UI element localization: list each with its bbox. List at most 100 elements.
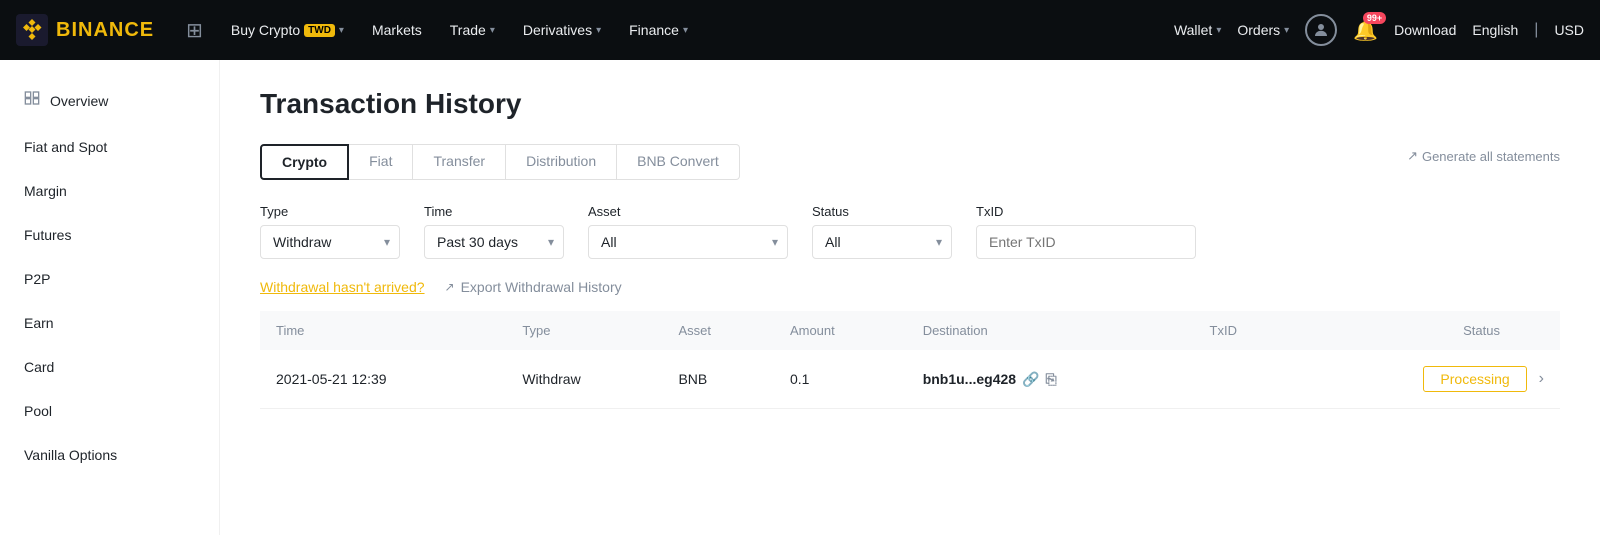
- col-asset: Asset: [662, 311, 773, 350]
- tabs: Crypto Fiat Transfer Distribution BNB Co…: [260, 144, 1560, 180]
- col-time: Time: [260, 311, 506, 350]
- tab-distribution[interactable]: Distribution: [506, 144, 617, 180]
- destination-address: bnb1u...eg428 🔗 ⎘: [923, 371, 1178, 388]
- status-label: Status: [812, 204, 952, 219]
- nav-buy-crypto[interactable]: Buy Crypto TWD ▾: [219, 14, 356, 46]
- external-link-icon: ↗: [1407, 148, 1418, 164]
- grid-menu-button[interactable]: ⊞: [178, 14, 211, 47]
- chevron-icon: ▾: [683, 25, 688, 36]
- copy-icon[interactable]: ⎘: [1045, 371, 1056, 388]
- sidebar-item-pool[interactable]: Pool: [0, 389, 219, 433]
- asset-select[interactable]: All BTC ETH BNB: [588, 225, 788, 259]
- row-expand-icon[interactable]: ›: [1539, 370, 1544, 388]
- top-navigation: BINANCE ⊞ Buy Crypto TWD ▾ Markets Trade…: [0, 0, 1600, 60]
- table: Time Type Asset Amount Destination TxID …: [260, 311, 1560, 409]
- main-content: Transaction History ↗ Generate all state…: [220, 60, 1600, 535]
- asset-filter: Asset All BTC ETH BNB: [588, 204, 788, 259]
- sidebar-item-card[interactable]: Card: [0, 345, 219, 389]
- status-badge: Processing: [1423, 366, 1526, 392]
- sidebar-label-vanilla-options: Vanilla Options: [24, 447, 117, 463]
- tab-crypto[interactable]: Crypto: [260, 144, 349, 180]
- time-select-wrapper: Past 30 days Past 90 days Past 6 months …: [424, 225, 564, 259]
- sidebar-label-earn: Earn: [24, 315, 54, 331]
- nav-derivatives[interactable]: Derivatives ▾: [511, 14, 613, 46]
- link-icon[interactable]: 🔗: [1022, 371, 1039, 388]
- status-select-wrapper: All Completed Processing Failed: [812, 225, 952, 259]
- col-txid: TxID: [1194, 311, 1297, 350]
- user-avatar[interactable]: [1305, 14, 1337, 46]
- actions-row: Withdrawal hasn't arrived? ↗ Export With…: [260, 279, 1560, 295]
- page-title: Transaction History: [260, 88, 1560, 120]
- export-withdrawal-link[interactable]: ↗ Export Withdrawal History: [445, 279, 622, 295]
- tab-transfer[interactable]: Transfer: [413, 144, 506, 180]
- sidebar: Overview Fiat and Spot Margin Futures P2…: [0, 60, 220, 535]
- cell-type: Withdraw: [506, 350, 662, 409]
- cell-status: Processing ›: [1296, 350, 1560, 409]
- sidebar-label-futures: Futures: [24, 227, 71, 243]
- nav-markets[interactable]: Markets: [360, 14, 434, 46]
- tab-bnb-convert[interactable]: BNB Convert: [617, 144, 740, 180]
- chevron-icon: ▾: [1216, 25, 1221, 36]
- chevron-icon: ▾: [339, 25, 344, 36]
- chevron-icon: ▾: [596, 25, 601, 36]
- type-filter: Type Withdraw Deposit All: [260, 204, 400, 259]
- currency-selector[interactable]: USD: [1554, 22, 1584, 38]
- nav-links: Buy Crypto TWD ▾ Markets Trade ▾ Derivat…: [219, 14, 1166, 46]
- overview-icon: [24, 90, 40, 111]
- cell-time: 2021-05-21 12:39: [260, 350, 506, 409]
- table-header: Time Type Asset Amount Destination TxID …: [260, 311, 1560, 350]
- generate-statements-link[interactable]: ↗ Generate all statements: [1407, 148, 1560, 164]
- table-body: 2021-05-21 12:39 Withdraw BNB 0.1 bnb1u.…: [260, 350, 1560, 409]
- col-amount: Amount: [774, 311, 907, 350]
- orders-link[interactable]: Orders ▾: [1237, 22, 1289, 38]
- cell-amount: 0.1: [774, 350, 907, 409]
- wallet-link[interactable]: Wallet ▾: [1174, 22, 1221, 38]
- sidebar-label-fiat-spot: Fiat and Spot: [24, 139, 107, 155]
- notifications-bell[interactable]: 🔔 99+: [1353, 18, 1378, 43]
- sidebar-item-futures[interactable]: Futures: [0, 213, 219, 257]
- cell-destination: bnb1u...eg428 🔗 ⎘: [907, 350, 1194, 409]
- time-filter: Time Past 30 days Past 90 days Past 6 mo…: [424, 204, 564, 259]
- sidebar-item-overview[interactable]: Overview: [0, 76, 219, 125]
- language-selector[interactable]: English: [1472, 22, 1518, 38]
- sidebar-label-pool: Pool: [24, 403, 52, 419]
- type-select-wrapper: Withdraw Deposit All: [260, 225, 400, 259]
- page-layout: Overview Fiat and Spot Margin Futures P2…: [0, 60, 1600, 535]
- tab-fiat[interactable]: Fiat: [349, 144, 413, 180]
- nav-finance[interactable]: Finance ▾: [617, 14, 700, 46]
- type-label: Type: [260, 204, 400, 219]
- sidebar-label-margin: Margin: [24, 183, 67, 199]
- sidebar-item-p2p[interactable]: P2P: [0, 257, 219, 301]
- col-status: Status: [1296, 311, 1560, 350]
- sidebar-label-card: Card: [24, 359, 54, 375]
- withdrawal-not-arrived-link[interactable]: Withdrawal hasn't arrived?: [260, 279, 425, 295]
- col-type: Type: [506, 311, 662, 350]
- status-select[interactable]: All Completed Processing Failed: [812, 225, 952, 259]
- filters-row: Type Withdraw Deposit All Time Past 30 d…: [260, 204, 1560, 259]
- chevron-icon: ▾: [1284, 25, 1289, 36]
- export-icon: ↗: [445, 280, 455, 294]
- sidebar-item-margin[interactable]: Margin: [0, 169, 219, 213]
- sidebar-label-overview: Overview: [50, 93, 108, 109]
- logo[interactable]: BINANCE: [16, 14, 154, 46]
- txid-filter: TxID: [976, 204, 1196, 259]
- col-destination: Destination: [907, 311, 1194, 350]
- asset-label: Asset: [588, 204, 788, 219]
- sidebar-item-earn[interactable]: Earn: [0, 301, 219, 345]
- asset-select-wrapper: All BTC ETH BNB: [588, 225, 788, 259]
- time-select[interactable]: Past 30 days Past 90 days Past 6 months …: [424, 225, 564, 259]
- type-select[interactable]: Withdraw Deposit All: [260, 225, 400, 259]
- status-filter: Status All Completed Processing Failed: [812, 204, 952, 259]
- chevron-icon: ▾: [490, 25, 495, 36]
- table-row: 2021-05-21 12:39 Withdraw BNB 0.1 bnb1u.…: [260, 350, 1560, 409]
- transaction-table: Time Type Asset Amount Destination TxID …: [260, 311, 1560, 409]
- nav-divider: |: [1534, 21, 1538, 39]
- nav-trade[interactable]: Trade ▾: [438, 14, 507, 46]
- txid-input[interactable]: [976, 225, 1196, 259]
- sidebar-item-vanilla-options[interactable]: Vanilla Options: [0, 433, 219, 477]
- logo-text: BINANCE: [56, 19, 154, 42]
- sidebar-item-fiat-spot[interactable]: Fiat and Spot: [0, 125, 219, 169]
- cell-txid: [1194, 350, 1297, 409]
- download-link[interactable]: Download: [1394, 22, 1456, 38]
- sidebar-label-p2p: P2P: [24, 271, 50, 287]
